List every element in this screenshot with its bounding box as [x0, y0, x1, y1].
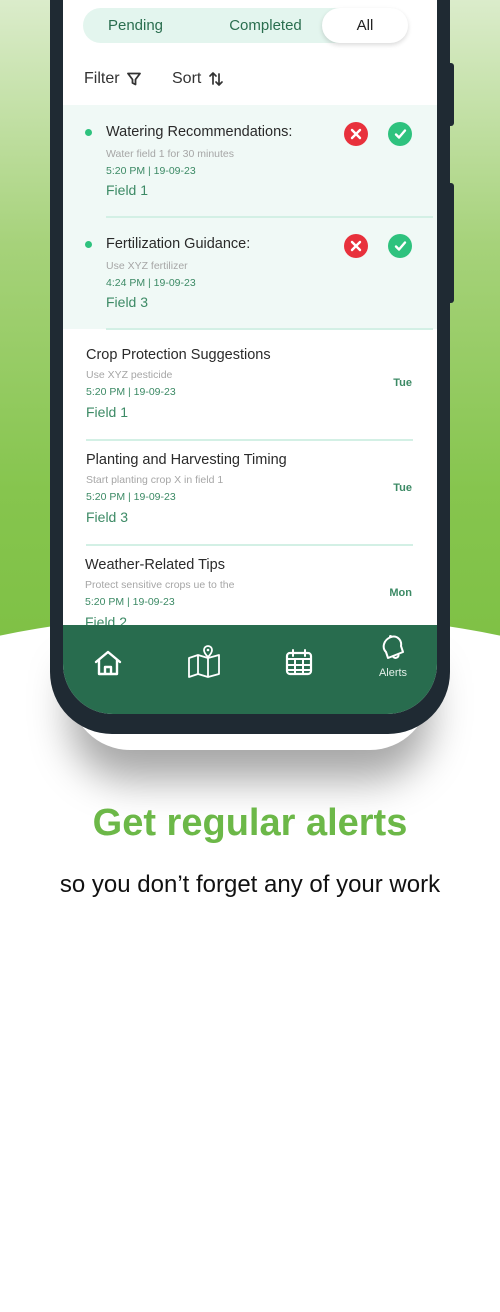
divider: [106, 328, 433, 330]
alert-field: Field 3: [106, 294, 149, 310]
alert-day: Mon: [389, 587, 412, 599]
accept-button[interactable]: [388, 122, 412, 146]
alert-item[interactable]: Crop Protection Suggestions Use XYZ pest…: [63, 345, 437, 440]
divider: [86, 544, 413, 546]
nav-calendar[interactable]: [269, 625, 329, 714]
alert-time: 5:20 PM | 19-09-23: [106, 165, 196, 177]
close-icon: [350, 240, 362, 252]
sort-arrows-icon: [207, 70, 225, 88]
phone-screen: Pending Completed All Filter Sort Wateri…: [63, 0, 437, 714]
filter-button[interactable]: Filter: [84, 70, 142, 88]
unread-dot: [85, 241, 92, 248]
alert-time: 5:20 PM | 19-09-23: [86, 386, 176, 398]
promo-headline: Get regular alerts: [92, 802, 408, 844]
promo-subline: so you don’t forget any of your work: [59, 871, 441, 898]
phone-side-button: [448, 63, 454, 126]
bottom-nav-bar: Alerts: [63, 625, 437, 714]
alert-field: Field 1: [86, 404, 129, 420]
phone-side-button: [448, 183, 454, 303]
alert-description: Start planting crop X in field 1: [86, 474, 224, 486]
pending-alert-item[interactable]: Fertilization Guidance: Use XYZ fertiliz…: [63, 232, 437, 328]
accept-button[interactable]: [388, 234, 412, 258]
alert-day: Tue: [393, 482, 412, 494]
nav-home[interactable]: [78, 625, 138, 714]
tab-all[interactable]: All: [322, 8, 408, 43]
nav-alerts[interactable]: Alerts: [363, 625, 423, 714]
tab-completed[interactable]: Completed: [203, 8, 328, 43]
divider: [86, 439, 413, 441]
alert-time: 5:20 PM | 19-09-23: [86, 491, 176, 503]
checkmark-icon: [394, 129, 406, 139]
alert-time: 5:20 PM | 19-09-23: [85, 596, 175, 608]
home-icon: [94, 650, 122, 676]
alert-title: Weather-Related Tips: [85, 557, 225, 573]
alert-title: Fertilization Guidance:: [106, 236, 251, 252]
alert-field: Field 3: [86, 509, 129, 525]
alert-description: Water field 1 for 30 minutes: [106, 148, 234, 160]
status-tabs: Pending Completed All: [83, 8, 408, 43]
unread-dot: [85, 129, 92, 136]
checkmark-icon: [394, 241, 406, 251]
alert-item[interactable]: Planting and Harvesting Timing Start pla…: [63, 450, 437, 545]
divider: [106, 216, 433, 218]
filter-label: Filter: [84, 70, 120, 87]
nav-alerts-label: Alerts: [378, 667, 408, 679]
alert-title: Planting and Harvesting Timing: [86, 452, 287, 468]
close-icon: [350, 128, 362, 140]
tab-pending[interactable]: Pending: [93, 8, 178, 43]
filter-funnel-icon: [126, 71, 142, 87]
alert-description: Protect sensitive crops ue to the: [85, 579, 235, 591]
sort-button[interactable]: Sort: [172, 70, 225, 88]
map-icon: [188, 645, 220, 678]
calendar-icon: [285, 649, 313, 676]
sort-label: Sort: [172, 70, 202, 87]
alert-description: Use XYZ pesticide: [86, 369, 173, 381]
reject-button[interactable]: [344, 122, 368, 146]
alert-description: Use XYZ fertilizer: [106, 260, 188, 272]
reject-button[interactable]: [344, 234, 368, 258]
alert-time: 4:24 PM | 19-09-23: [106, 277, 196, 289]
nav-map[interactable]: [174, 625, 234, 714]
alert-field: Field 1: [106, 182, 149, 198]
bell-icon: [382, 635, 404, 659]
alert-day: Tue: [393, 377, 412, 389]
alert-title: Watering Recommendations:: [106, 124, 293, 140]
alert-title: Crop Protection Suggestions: [86, 347, 271, 363]
